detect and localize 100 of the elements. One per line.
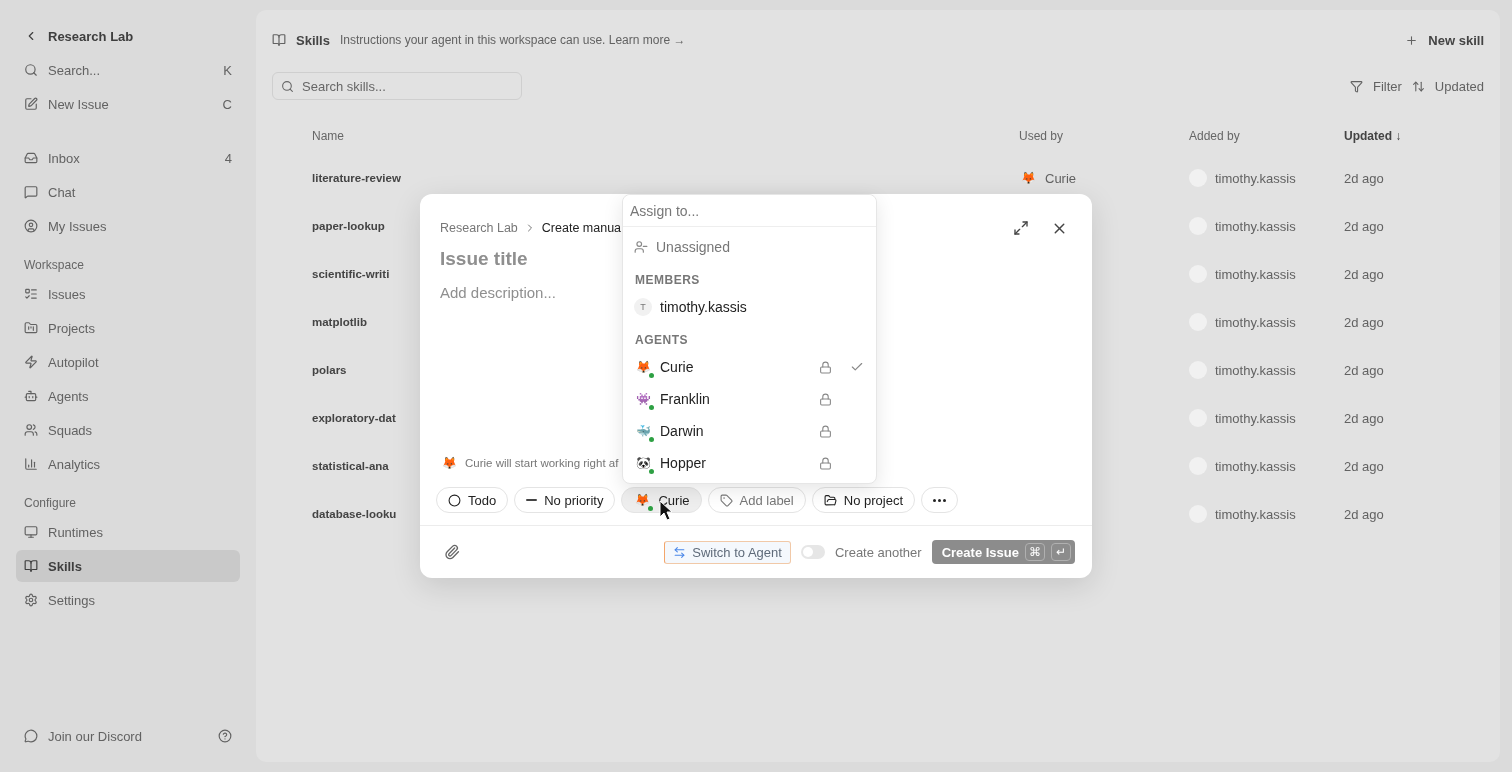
search-field[interactable]: Search skills...	[272, 72, 522, 100]
column-header[interactable]: Name	[312, 129, 344, 143]
menu-item[interactable]: Unassigned	[627, 231, 872, 263]
column-header[interactable]: Added by	[1189, 129, 1240, 143]
table-cell: statistical-ana	[312, 460, 389, 472]
nav-icon	[24, 559, 38, 573]
help-icon[interactable]	[218, 729, 232, 743]
table-cell: scientific-writi	[312, 268, 390, 280]
page-description: Instructions your agent in this workspace can use. Learn more →	[339, 33, 686, 47]
sidebar-item[interactable]: Projects	[48, 320, 95, 336]
swap-arrows-icon	[673, 545, 687, 559]
plus-icon	[1405, 33, 1419, 47]
nav-icon	[24, 355, 38, 369]
table-cell: 2d ago	[1344, 362, 1384, 378]
table-cell: 2d ago	[1344, 458, 1384, 474]
table-cell: 2d ago	[1344, 314, 1384, 330]
nav-icon	[24, 185, 38, 199]
sidebar-item[interactable]: Inbox	[48, 150, 80, 166]
table-cell: timothy.kassis	[1215, 170, 1296, 186]
create-another-toggle[interactable]	[800, 545, 825, 559]
table-cell: timothy.kassis	[1215, 314, 1296, 330]
table-cell: timothy.kassis	[1215, 218, 1296, 234]
column-header[interactable]: Used by	[1019, 129, 1064, 143]
sidebar-item[interactable]: Skills	[48, 558, 82, 574]
folder-icon	[823, 493, 837, 507]
status-circle-icon	[448, 493, 461, 507]
nav-icon	[24, 151, 38, 165]
chat-icon	[24, 729, 38, 743]
agent-hint: Curie will start working right af	[465, 457, 619, 469]
discord-link[interactable]: Join our Discord	[48, 728, 142, 744]
table-cell: polars	[312, 364, 347, 376]
table-cell: timothy.kassis	[1215, 458, 1296, 474]
sidebar-item[interactable]: Analytics	[48, 456, 101, 472]
table-cell: timothy.kassis	[1215, 506, 1296, 522]
sidebar-item[interactable]: Autopilot	[48, 354, 99, 370]
menu-item[interactable]: 👾 Franklin	[627, 383, 872, 415]
section-title: Configure	[24, 496, 78, 510]
table-cell: database-looku	[312, 508, 397, 520]
table-cell: timothy.kassis	[1215, 362, 1296, 378]
dash-icon	[526, 499, 538, 501]
fox-avatar-icon: 🦊	[440, 454, 458, 472]
count-label: 4	[224, 150, 232, 166]
more-button[interactable]	[921, 487, 958, 513]
nav-icon	[24, 287, 38, 301]
table-cell: matplotlib	[312, 316, 367, 328]
filter-button[interactable]: Filter	[1372, 78, 1402, 94]
sidebar-item[interactable]: Chat	[48, 184, 76, 200]
section-title: MEMBERS	[634, 272, 701, 289]
filter-icon	[1349, 79, 1363, 93]
switch-to-agent-button[interactable]: Switch to Agent	[664, 540, 791, 564]
project-chip[interactable]: No project	[811, 487, 915, 513]
sidebar-item[interactable]: Runtimes	[48, 524, 103, 540]
sidebar-item[interactable]: New Issue	[48, 96, 109, 112]
search-icon	[24, 63, 38, 77]
nav-icon	[24, 525, 38, 539]
tag-icon	[719, 493, 733, 507]
priority-chip[interactable]: No priority	[514, 487, 616, 513]
sidebar-item[interactable]: Settings	[48, 592, 95, 608]
table-cell: Curie	[1045, 170, 1077, 186]
nav-icon	[24, 321, 38, 335]
menu-item[interactable]: 🐳 Darwin	[627, 415, 872, 447]
label-chip[interactable]: Add label	[707, 487, 806, 513]
menu-item[interactable]: 🐼 Hopper	[627, 447, 872, 479]
sidebar-item[interactable]: Issues	[48, 286, 86, 302]
sidebar-item[interactable]: Search...	[48, 62, 101, 78]
table-cell: literature-review	[312, 172, 401, 184]
toggle-label: Create another	[834, 544, 922, 560]
paperclip-icon	[444, 544, 460, 560]
assign-search-field[interactable]: Assign to...	[623, 195, 876, 227]
menu-item[interactable]: 🦊 Curie	[627, 351, 872, 383]
shortcut-key: C	[222, 96, 232, 112]
lock-icon	[819, 456, 832, 470]
sort-button[interactable]: Updated	[1434, 78, 1484, 94]
table-cell: 2d ago	[1344, 170, 1384, 186]
fox-avatar-icon: 🦊	[1019, 169, 1037, 187]
sidebar-item[interactable]: Squads	[48, 422, 93, 438]
create-issue-button[interactable]: Create Issue ⌘ ↵	[931, 540, 1075, 564]
nav-icon	[24, 593, 38, 607]
menu-item[interactable]: T timothy.kassis	[627, 291, 872, 323]
nav-icon	[24, 219, 38, 233]
new-skill-button[interactable]: New skill	[1428, 32, 1484, 48]
page-title: Skills	[296, 32, 330, 48]
nav-icon	[24, 423, 38, 437]
section-title: Workspace	[24, 258, 85, 272]
breadcrumb-item[interactable]: Research Lab	[440, 221, 518, 235]
table-cell: 2d ago	[1344, 506, 1384, 522]
book-icon	[272, 33, 286, 47]
column-header[interactable]: Updated ↓	[1344, 129, 1402, 143]
nav-icon	[24, 457, 38, 471]
expand-icon	[1013, 220, 1029, 236]
table-cell: 2d ago	[1344, 218, 1384, 234]
status-chip[interactable]: Todo	[436, 487, 509, 513]
table-cell: 2d ago	[1344, 266, 1384, 282]
sort-icon	[1411, 79, 1425, 93]
avatar-icon: T	[634, 298, 652, 316]
search-icon	[281, 79, 294, 93]
sidebar-item[interactable]: Agents	[48, 388, 89, 404]
section-title: AGENTS	[634, 332, 689, 349]
sidebar-item[interactable]: My Issues	[48, 218, 107, 234]
compose-icon	[24, 97, 38, 111]
